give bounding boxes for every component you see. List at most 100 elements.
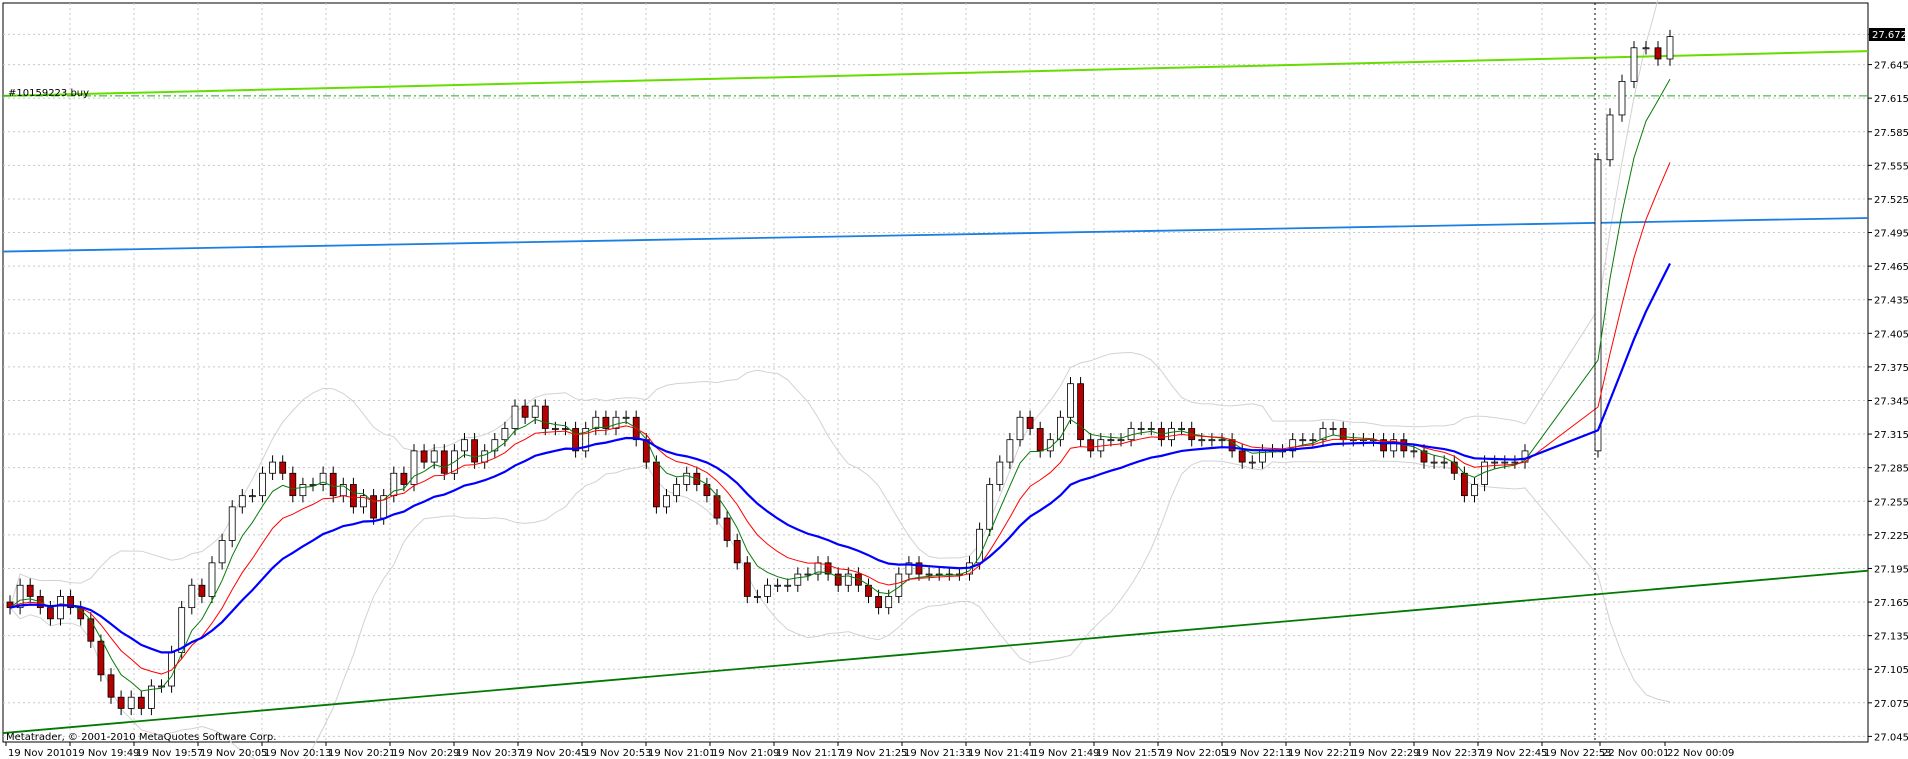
candle-body bbox=[986, 484, 994, 530]
candle-body bbox=[774, 584, 781, 587]
candle-body bbox=[1248, 461, 1256, 464]
y-tick-label: 27.495 bbox=[1874, 229, 1908, 240]
x-tick-label: 19 Nov 2010 bbox=[8, 748, 72, 759]
candle-body bbox=[1107, 439, 1115, 442]
candle-body bbox=[1642, 47, 1650, 50]
x-tick-label: 19 Nov 22:29 bbox=[1352, 748, 1419, 759]
candle-body bbox=[107, 674, 115, 698]
price-chart[interactable]: 27.645 27.615 27.585 27.555 27.525 27.495 27.4… bbox=[0, 0, 1908, 759]
candle-body bbox=[875, 596, 882, 609]
candle-body bbox=[1630, 47, 1638, 82]
x-tick-label: 19 Nov 19:49 bbox=[72, 748, 139, 759]
candle-body bbox=[1238, 450, 1246, 463]
x-tick-label: 19 Nov 21:41 bbox=[968, 748, 1035, 759]
candle-body bbox=[673, 484, 680, 497]
candle-body bbox=[1218, 439, 1226, 442]
candle-body bbox=[400, 472, 408, 485]
candle-body bbox=[501, 428, 509, 441]
y-tick-label: 27.435 bbox=[1874, 296, 1908, 307]
y-tick-label: 27.045 bbox=[1874, 732, 1908, 743]
candle-body bbox=[723, 517, 731, 541]
candle-body bbox=[1471, 484, 1478, 497]
candle-body bbox=[1168, 428, 1175, 441]
time-axis: 19 Nov 2010 19 Nov 19:4919 Nov 19:5719 No… bbox=[5, 742, 1734, 759]
candle-body bbox=[804, 573, 812, 576]
x-tick-label: 19 Nov 22:05 bbox=[1160, 748, 1227, 759]
candle-body bbox=[87, 618, 95, 642]
x-tick-label: 19 Nov 21:09 bbox=[712, 748, 779, 759]
x-tick-label: 19 Nov 21:01 bbox=[648, 748, 715, 759]
candle-body bbox=[137, 696, 145, 709]
candle-body bbox=[269, 461, 277, 474]
y-tick-label: 27.465 bbox=[1874, 262, 1908, 273]
candle-body bbox=[1511, 461, 1519, 464]
candle-body bbox=[511, 405, 519, 429]
x-tick-label: 19 Nov 20:45 bbox=[520, 748, 587, 759]
candle-body bbox=[622, 416, 630, 419]
candle-body bbox=[329, 472, 337, 497]
candle-body bbox=[218, 540, 226, 564]
candle-body bbox=[612, 416, 620, 429]
candle-body bbox=[1450, 461, 1458, 474]
candle-body bbox=[47, 607, 54, 620]
x-tick-label: 19 Nov 20:21 bbox=[328, 748, 395, 759]
x-tick-label: 19 Nov 21:57 bbox=[1096, 748, 1163, 759]
candle-body bbox=[420, 450, 428, 463]
x-tick-label: 19 Nov 22:13 bbox=[1224, 748, 1291, 759]
candle-body bbox=[1087, 439, 1095, 452]
candle-body bbox=[885, 596, 893, 609]
candle-body bbox=[521, 405, 529, 418]
candle-body bbox=[248, 495, 256, 498]
y-tick-label: 27.315 bbox=[1874, 430, 1908, 441]
candle-body bbox=[1430, 461, 1438, 464]
candle-body bbox=[349, 484, 357, 508]
candle-body bbox=[198, 584, 206, 597]
candle-body bbox=[794, 573, 802, 586]
y-tick-label: 27.645 bbox=[1874, 61, 1908, 72]
candle-body bbox=[228, 506, 236, 541]
x-tick-label: 19 Nov 20:37 bbox=[456, 748, 523, 759]
x-tick-label: 19 Nov 19:57 bbox=[136, 748, 203, 759]
candle-body bbox=[754, 596, 761, 598]
y-tick-label: 27.375 bbox=[1874, 363, 1908, 374]
candle-body bbox=[289, 472, 297, 497]
candle-body bbox=[743, 562, 751, 597]
y-tick-label: 27.105 bbox=[1874, 665, 1908, 676]
x-tick-label: 19 Nov 22:45 bbox=[1480, 748, 1547, 759]
candle-body bbox=[370, 495, 378, 519]
x-tick-label: 19 Nov 20:05 bbox=[200, 748, 267, 759]
candle-body bbox=[653, 461, 660, 508]
candle-body bbox=[1461, 472, 1468, 497]
candle-body bbox=[1309, 439, 1317, 442]
candle-body bbox=[1036, 428, 1044, 452]
candle-body bbox=[238, 495, 246, 508]
candle-body bbox=[996, 461, 1004, 485]
price-axis: 27.645 27.615 27.585 27.555 27.525 27.495 27.4… bbox=[1868, 33, 1908, 743]
candle-body bbox=[976, 528, 983, 564]
y-tick-label: 27.165 bbox=[1874, 598, 1908, 609]
y-tick-label: 27.405 bbox=[1874, 329, 1908, 340]
candle-body bbox=[440, 450, 448, 474]
y-tick-label: 27.555 bbox=[1874, 161, 1908, 172]
candle-body bbox=[1208, 439, 1216, 442]
candle-body bbox=[491, 439, 499, 452]
candle-body bbox=[1299, 439, 1307, 442]
x-tick-label: 19 Nov 21:33 bbox=[904, 748, 971, 759]
x-tick-label: 19 Nov 21:49 bbox=[1032, 748, 1099, 759]
y-tick-label: 27.225 bbox=[1874, 531, 1908, 542]
candle-body bbox=[855, 573, 862, 586]
current-price-label: 27.672 bbox=[1872, 30, 1907, 41]
candle-body bbox=[117, 696, 125, 709]
candle-body bbox=[1198, 439, 1206, 442]
candle-body bbox=[1339, 428, 1347, 441]
candle-body bbox=[784, 584, 792, 587]
candle-body bbox=[1329, 428, 1337, 430]
candle-body bbox=[1016, 416, 1024, 441]
candle-body bbox=[1006, 439, 1014, 463]
x-tick-label: 22 Nov 00:01 bbox=[1602, 748, 1669, 759]
candle-body bbox=[1606, 114, 1614, 161]
candle-body bbox=[461, 439, 468, 452]
candle-body bbox=[541, 405, 549, 429]
candle-body bbox=[1410, 450, 1418, 453]
y-tick-label: 27.135 bbox=[1874, 632, 1908, 643]
